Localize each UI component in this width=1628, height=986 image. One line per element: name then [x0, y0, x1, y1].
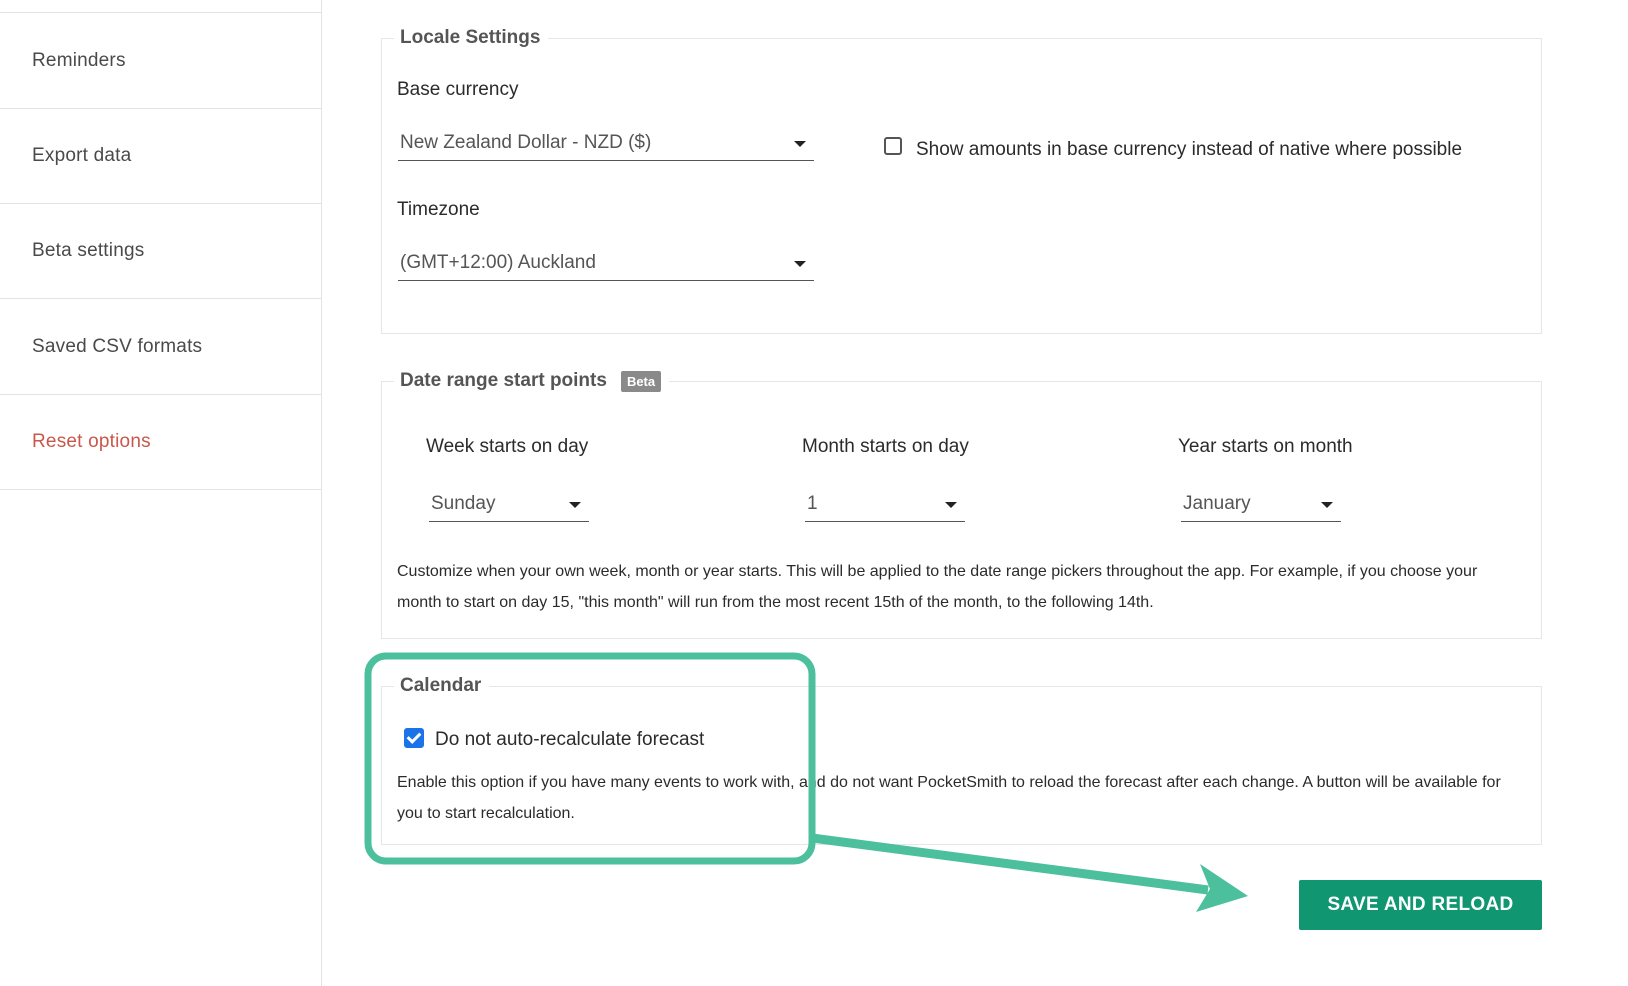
sidebar-item-label: Reset options	[32, 431, 151, 452]
panel-legend: Date range start points Beta	[394, 366, 670, 396]
dropdown-caret-icon	[569, 502, 581, 508]
dropdown-caret-icon	[794, 141, 806, 147]
select-value: (GMT+12:00) Auckland	[400, 252, 596, 273]
panel-legend: Calendar	[394, 671, 490, 701]
sidebar-divider	[0, 12, 321, 13]
year-start-label: Year starts on month	[1178, 436, 1353, 457]
select-value: New Zealand Dollar - NZD ($)	[400, 132, 652, 153]
select-value: 1	[807, 493, 818, 514]
select-value: Sunday	[431, 493, 496, 514]
base-currency-label: Base currency	[397, 79, 519, 100]
sidebar-item-label: Reminders	[32, 50, 126, 71]
month-start-label: Month starts on day	[802, 436, 969, 457]
sidebar-item-beta-settings[interactable]: Beta settings	[0, 204, 321, 299]
show-base-currency-checkbox[interactable]	[884, 137, 902, 155]
date-range-help-text: Customize when your own week, month or y…	[397, 563, 1478, 611]
sidebar-item-label: Export data	[32, 145, 132, 166]
sidebar-item-label: Beta settings	[32, 240, 145, 261]
calendar-panel: Calendar Do not auto-recalculate forecas…	[381, 671, 1542, 845]
sidebar-item-label: Saved CSV formats	[32, 336, 203, 357]
sidebar-item-reset-options[interactable]: Reset options	[0, 395, 321, 490]
arrow-shaft	[811, 833, 1209, 895]
panel-legend: Locale Settings	[394, 23, 549, 53]
timezone-select[interactable]: (GMT+12:00) Auckland	[398, 245, 814, 281]
dropdown-caret-icon	[945, 502, 957, 508]
dropdown-caret-icon	[794, 261, 806, 267]
sidebar-item-reminders[interactable]: Reminders	[0, 14, 321, 109]
year-start-select[interactable]: January	[1181, 486, 1341, 522]
month-start-select[interactable]: 1	[805, 486, 965, 522]
show-base-currency-label: Show amounts in base currency instead of…	[916, 139, 1463, 160]
sidebar-item-export-data[interactable]: Export data	[0, 109, 321, 204]
base-currency-select[interactable]: New Zealand Dollar - NZD ($)	[398, 125, 814, 161]
beta-badge: Beta	[620, 370, 662, 392]
auto-recalculate-label: Do not auto-recalculate forecast	[435, 729, 705, 750]
timezone-label: Timezone	[397, 199, 480, 220]
calendar-help-text: Enable this option if you have many even…	[397, 774, 1501, 822]
save-and-reload-button[interactable]: SAVE AND RELOAD	[1299, 880, 1542, 930]
week-start-select[interactable]: Sunday	[429, 486, 589, 522]
locale-settings-panel: Locale Settings Base currency New Zealan…	[381, 23, 1542, 334]
arrow-head-icon	[1196, 864, 1248, 912]
select-value: January	[1183, 493, 1251, 514]
settings-sidebar: Reminders Export data Beta settings Save…	[0, 0, 322, 986]
date-range-panel: Date range start points Beta Week starts…	[381, 366, 1542, 639]
dropdown-caret-icon	[1321, 502, 1333, 508]
week-start-label: Week starts on day	[426, 436, 589, 457]
auto-recalculate-checkbox[interactable]	[404, 728, 424, 748]
sidebar-item-saved-csv-formats[interactable]: Saved CSV formats	[0, 300, 321, 395]
